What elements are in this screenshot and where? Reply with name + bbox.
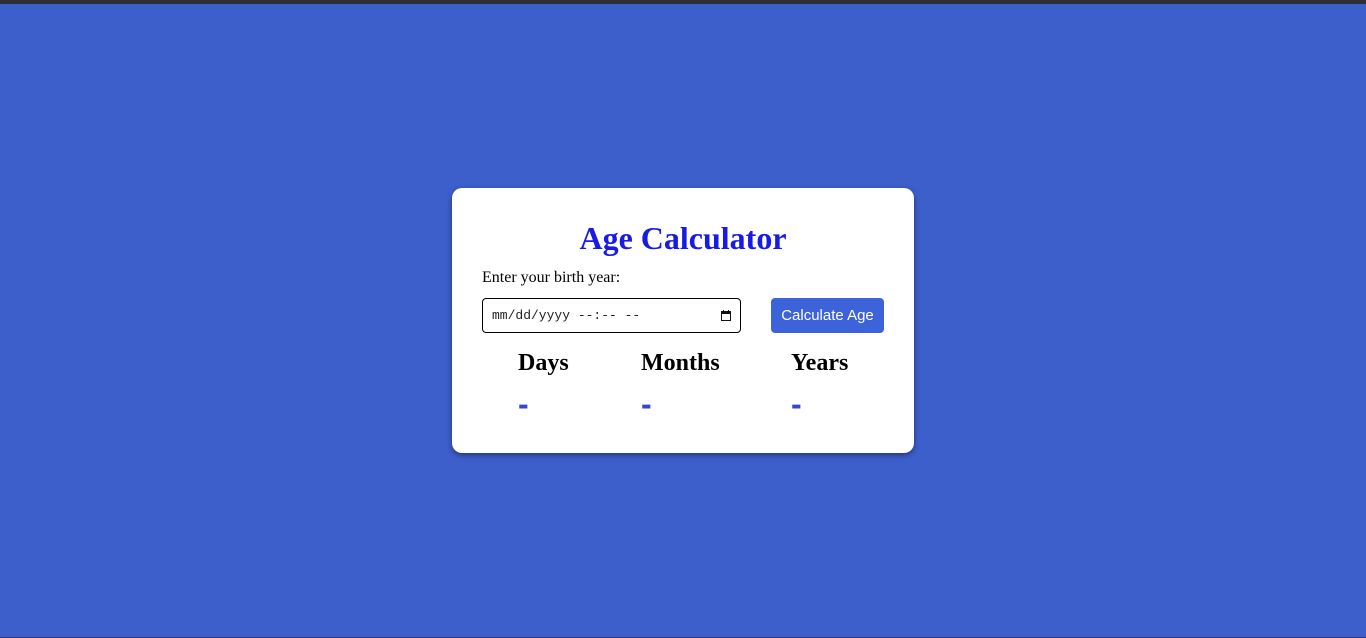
- birth-year-label: Enter your birth year:: [482, 269, 621, 286]
- days-label: Days: [518, 350, 569, 376]
- browser-top-edge: [0, 0, 1366, 4]
- result-months: Months -: [641, 350, 720, 420]
- years-value: -: [791, 386, 802, 422]
- age-calculator-card: Age Calculator Enter your birth year: mm…: [452, 188, 914, 453]
- result-years: Years -: [791, 350, 848, 420]
- date-input-placeholder: mm/dd/yyyy --:-- --: [492, 308, 641, 323]
- calendar-icon[interactable]: [721, 310, 731, 321]
- birth-date-input[interactable]: mm/dd/yyyy --:-- --: [482, 298, 741, 333]
- years-label: Years: [791, 350, 849, 376]
- result-days: Days -: [518, 350, 569, 420]
- days-value: -: [518, 386, 529, 422]
- calculate-age-button[interactable]: Calculate Age: [771, 298, 884, 333]
- months-label: Months: [641, 350, 720, 376]
- page-title: Age Calculator: [579, 220, 787, 256]
- months-value: -: [641, 386, 652, 422]
